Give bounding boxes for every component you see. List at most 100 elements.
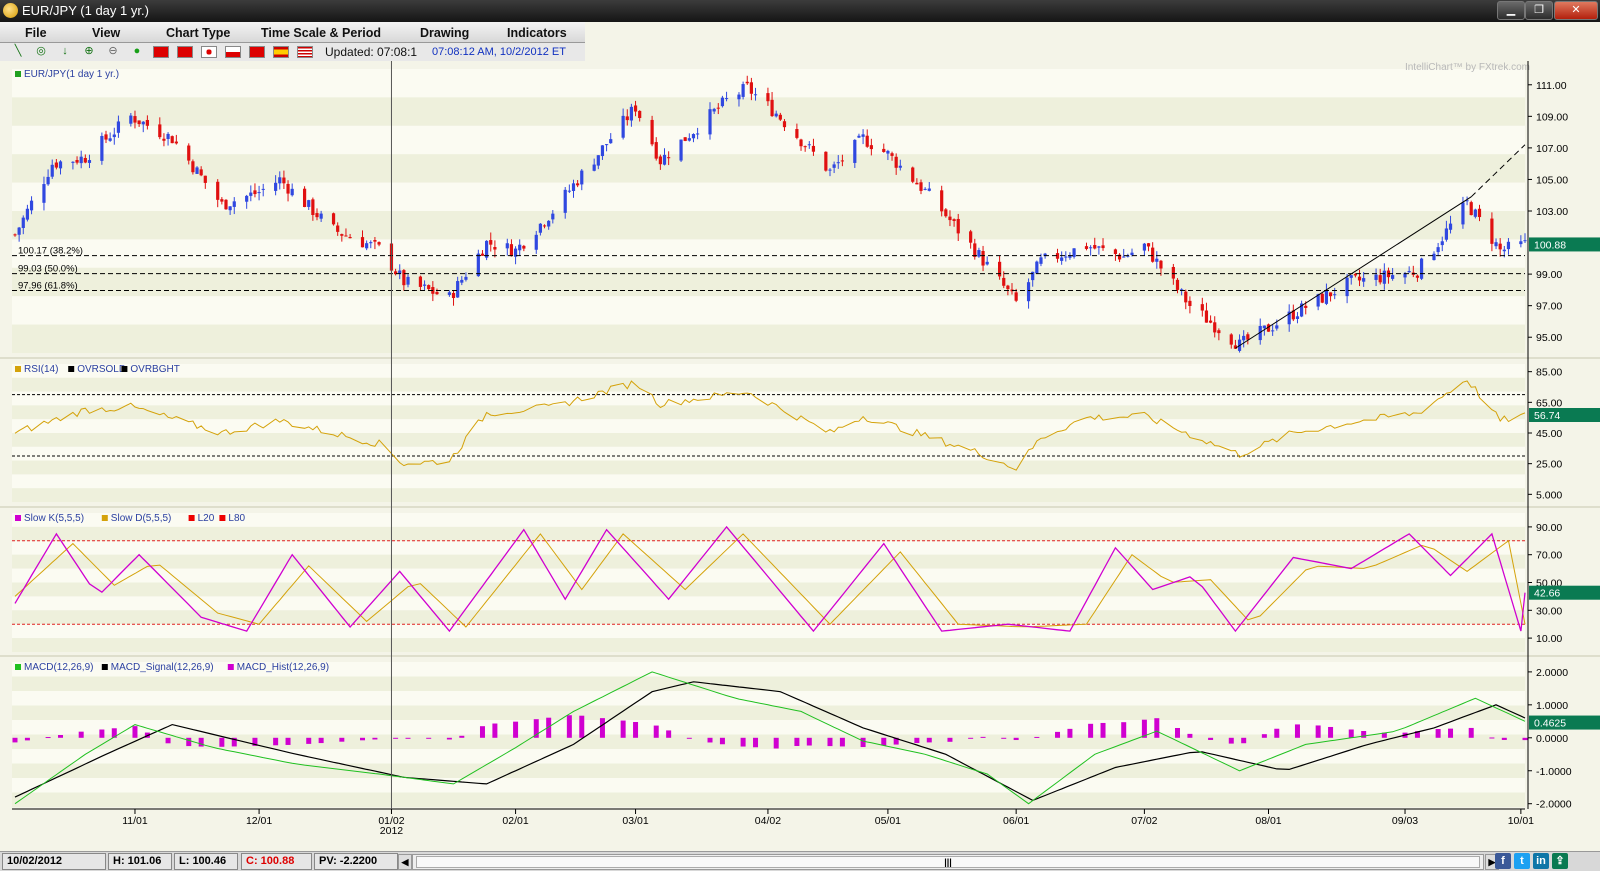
candle-body[interactable] bbox=[724, 98, 729, 100]
candle-body[interactable] bbox=[658, 156, 662, 165]
japan-flag-icon[interactable] bbox=[201, 46, 217, 58]
usa-flag-icon[interactable] bbox=[297, 46, 313, 58]
candle-body[interactable] bbox=[886, 150, 890, 154]
candle-body[interactable] bbox=[1204, 310, 1209, 323]
candle-body[interactable] bbox=[493, 246, 497, 250]
candle-body[interactable] bbox=[460, 279, 464, 283]
candle-body[interactable] bbox=[344, 235, 348, 237]
candle-body[interactable] bbox=[1097, 246, 1101, 248]
candle-body[interactable] bbox=[1089, 247, 1093, 249]
horizontal-scrollbar[interactable]: ||| bbox=[412, 854, 1484, 870]
candle-body[interactable] bbox=[981, 250, 985, 266]
candle-body[interactable] bbox=[1151, 247, 1155, 262]
candle-body[interactable] bbox=[29, 200, 34, 211]
candle-body[interactable] bbox=[509, 244, 514, 257]
candle-body[interactable] bbox=[42, 184, 46, 203]
candle-body[interactable] bbox=[1419, 258, 1424, 279]
candle-body[interactable] bbox=[187, 145, 191, 161]
candle-body[interactable] bbox=[716, 107, 720, 109]
candle-body[interactable] bbox=[1101, 245, 1105, 249]
candle-body[interactable] bbox=[1519, 241, 1523, 245]
candle-body[interactable] bbox=[778, 114, 782, 120]
candle-body[interactable] bbox=[79, 156, 83, 164]
candle-body[interactable] bbox=[741, 84, 745, 97]
candle-body[interactable] bbox=[1461, 202, 1465, 225]
candle-body[interactable] bbox=[360, 237, 365, 248]
candle-body[interactable] bbox=[1362, 278, 1366, 282]
candle-body[interactable] bbox=[1229, 334, 1233, 345]
candle-body[interactable] bbox=[770, 99, 774, 117]
candle-body[interactable] bbox=[882, 148, 886, 152]
candle-body[interactable] bbox=[1349, 275, 1353, 278]
candle-body[interactable] bbox=[365, 243, 369, 249]
candle-body[interactable] bbox=[402, 270, 406, 286]
candle-body[interactable] bbox=[1295, 316, 1300, 319]
candle-body[interactable] bbox=[447, 292, 451, 295]
candle-body[interactable] bbox=[1146, 243, 1151, 247]
candle-body[interactable] bbox=[1242, 335, 1246, 341]
candle-body[interactable] bbox=[336, 225, 340, 232]
candle-body[interactable] bbox=[1374, 274, 1378, 280]
candle-body[interactable] bbox=[836, 162, 840, 164]
candle-body[interactable] bbox=[547, 220, 551, 227]
candle-body[interactable] bbox=[1159, 260, 1163, 269]
candle-body[interactable] bbox=[807, 144, 811, 146]
candle-body[interactable] bbox=[609, 139, 613, 144]
candle-body[interactable] bbox=[915, 182, 919, 185]
candle-body[interactable] bbox=[216, 181, 220, 200]
candle-body[interactable] bbox=[1502, 249, 1506, 252]
candle-body[interactable] bbox=[116, 121, 121, 133]
candle-body[interactable] bbox=[1494, 242, 1498, 247]
candle-body[interactable] bbox=[1477, 208, 1482, 218]
candle-body[interactable] bbox=[625, 116, 629, 121]
candle-body[interactable] bbox=[1498, 243, 1502, 250]
candle-body[interactable] bbox=[745, 81, 749, 84]
candle-body[interactable] bbox=[638, 110, 642, 119]
candle-body[interactable] bbox=[1064, 256, 1068, 258]
candle-body[interactable] bbox=[50, 164, 54, 177]
candle-body[interactable] bbox=[1378, 275, 1382, 283]
share-icon[interactable]: ⇪ bbox=[1552, 853, 1568, 869]
candle-body[interactable] bbox=[224, 199, 228, 210]
scrollbar-thumb[interactable]: ||| bbox=[416, 856, 1480, 868]
candle-body[interactable] bbox=[1523, 240, 1527, 242]
candle-body[interactable] bbox=[1448, 223, 1453, 230]
candle-body[interactable] bbox=[112, 134, 116, 138]
candle-body[interactable] bbox=[257, 192, 261, 194]
candle-body[interactable] bbox=[100, 135, 104, 161]
candle-body[interactable] bbox=[75, 160, 79, 163]
candle-body[interactable] bbox=[923, 188, 927, 190]
candle-body[interactable] bbox=[1031, 271, 1035, 281]
candle-body[interactable] bbox=[315, 213, 319, 218]
candle-body[interactable] bbox=[278, 177, 282, 184]
candle-body[interactable] bbox=[71, 161, 75, 163]
arrow-down-icon[interactable]: ↓ bbox=[57, 44, 73, 59]
candle-body[interactable] bbox=[253, 190, 257, 195]
candle-body[interactable] bbox=[890, 153, 894, 156]
candle-body[interactable] bbox=[679, 139, 683, 161]
candle-body[interactable] bbox=[245, 195, 249, 202]
candle-body[interactable] bbox=[1014, 292, 1018, 301]
candle-body[interactable] bbox=[865, 135, 869, 147]
candle-body[interactable] bbox=[1324, 290, 1329, 304]
candle-body[interactable] bbox=[857, 135, 861, 138]
chart-area[interactable]: IntelliChart™ by FXtrek.com 100.17 (38.2… bbox=[0, 61, 1600, 851]
candle-body[interactable] bbox=[282, 177, 286, 184]
candle-body[interactable] bbox=[795, 129, 799, 138]
candle-body[interactable] bbox=[1333, 294, 1337, 296]
candle-body[interactable] bbox=[13, 234, 17, 236]
candle-body[interactable] bbox=[522, 245, 526, 249]
candle-body[interactable] bbox=[604, 144, 609, 146]
spain-flag-icon[interactable] bbox=[273, 46, 289, 58]
zoom-out-icon[interactable]: ⊖ bbox=[105, 44, 121, 59]
candle-body[interactable] bbox=[753, 94, 758, 96]
candle-body[interactable] bbox=[58, 161, 63, 169]
twitter-icon[interactable]: t bbox=[1514, 853, 1530, 869]
candle-body[interactable] bbox=[629, 106, 634, 121]
candle-body[interactable] bbox=[1113, 249, 1118, 254]
candle-body[interactable] bbox=[348, 237, 352, 239]
candle-body[interactable] bbox=[505, 243, 509, 249]
candle-body[interactable] bbox=[232, 201, 236, 207]
line-draw-icon[interactable]: ╲ bbox=[10, 44, 26, 59]
candle-body[interactable] bbox=[1006, 285, 1010, 290]
